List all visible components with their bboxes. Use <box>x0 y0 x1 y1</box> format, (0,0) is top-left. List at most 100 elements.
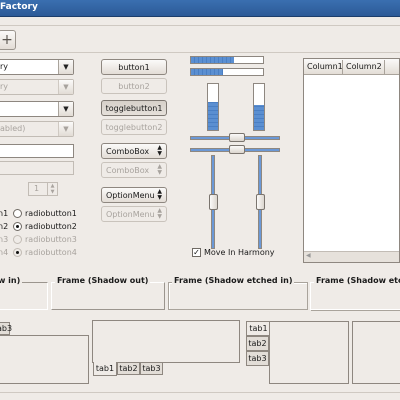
tab3-bottom[interactable]: tab3 <box>140 362 163 375</box>
move-in-harmony-label: Move In Harmony <box>204 248 275 257</box>
combo-entry-1[interactable]: ry ▼ <box>0 59 74 75</box>
notebook-left-page <box>0 335 89 384</box>
combo-arrow-icon[interactable]: ▼ <box>58 60 73 74</box>
tab2[interactable]: tab2 <box>117 362 140 375</box>
hscale-1-thumb[interactable] <box>229 133 245 142</box>
text-entry-disabled <box>0 161 74 175</box>
radio-left-4: n4 <box>0 246 8 258</box>
radio-label: radiobutton4 <box>25 247 77 257</box>
tree-view[interactable]: Column1 Column2 ◀ <box>303 58 400 263</box>
combo-entry-2-disabled: ry ▼ <box>0 79 74 95</box>
tab1[interactable]: tab1 <box>93 362 117 376</box>
column-separator <box>384 60 385 74</box>
frame-box <box>0 282 48 310</box>
vscale-1-thumb[interactable] <box>209 194 218 210</box>
combo-4-text: abled) <box>0 124 26 133</box>
bottom-divider <box>0 392 400 400</box>
radiobutton3: radiobutton3 <box>13 233 77 245</box>
progress-fill <box>191 57 235 63</box>
move-in-harmony-checkbox[interactable]: ✓ Move In Harmony <box>192 248 275 257</box>
combo-entry-2-text: ry <box>0 82 9 91</box>
frame-shadow-etched-out: Frame (Shadow etch <box>310 276 400 310</box>
updown-arrow-icon: ▲ ▼ <box>157 163 162 176</box>
tab2-side[interactable]: tab2 <box>246 336 269 351</box>
radio-left-label: n1 <box>0 208 9 218</box>
frame-box <box>168 282 308 310</box>
radio-left-label: n4 <box>0 247 9 257</box>
radio-label: radiobutton1 <box>25 208 77 218</box>
radiobutton4: radiobutton4 <box>13 246 77 258</box>
window-title: Factory <box>0 2 38 12</box>
optionmenu-label: OptionMenu <box>106 210 155 219</box>
radio-left-3: n3 <box>0 233 8 245</box>
column1-header[interactable]: Column1 <box>307 62 343 71</box>
frame-shadow-in: w in) <box>0 276 48 310</box>
hscale-2-thumb[interactable] <box>229 145 245 154</box>
button2-disabled: button2 <box>101 78 167 94</box>
spin-button-disabled: 1 ▲ ▼ <box>28 182 58 196</box>
frame-label: Frame (Shadow out) <box>55 276 151 285</box>
checkmark-icon: ✓ <box>192 247 201 257</box>
combo-4-disabled: abled) ▼ <box>0 121 74 137</box>
notebook-bottom-page <box>92 320 240 363</box>
tree-hscrollbar[interactable]: ◀ <box>304 251 399 262</box>
updown-arrow-icon: ▲ ▼ <box>157 188 162 201</box>
updown-arrow-icon: ▲ ▼ <box>157 207 162 220</box>
progress-fill <box>208 102 218 130</box>
spin-arrows-icon: ▲ ▼ <box>47 183 57 195</box>
progress-fill <box>254 104 264 130</box>
combo-arrow-icon: ▼ <box>58 122 73 136</box>
frame-label: Frame (Shadow etched in) <box>172 276 295 285</box>
tree-header: Column1 Column2 <box>304 59 399 75</box>
radio-left-2[interactable]: n2 <box>0 220 8 232</box>
frame-box <box>51 282 165 310</box>
tab3-side[interactable]: tab3 <box>246 351 269 366</box>
optionmenu-1[interactable]: OptionMenu ▲ ▼ <box>101 187 167 203</box>
column2-header[interactable]: Column2 <box>346 62 382 71</box>
combobox-2-disabled: ComboBox ▲ ▼ <box>101 162 167 178</box>
updown-arrow-icon: ▲ ▼ <box>157 144 162 157</box>
combo-arrow-icon[interactable]: ▼ <box>58 102 73 116</box>
radio-indicator <box>13 208 22 218</box>
spin-value: 1 <box>34 184 40 193</box>
text-entry[interactable] <box>0 144 74 158</box>
progress-bar-v1 <box>207 83 219 131</box>
radio-indicator <box>13 234 22 244</box>
combo-arrow-icon: ▼ <box>58 80 73 94</box>
toolbar <box>0 25 400 53</box>
frame-shadow-out: Frame (Shadow out) <box>51 276 165 310</box>
combo-3[interactable]: ▼ <box>0 101 74 117</box>
radiobutton2[interactable]: radiobutton2 <box>13 220 77 232</box>
radio-indicator-selected <box>13 247 22 257</box>
column-separator <box>342 60 343 74</box>
tab1-side[interactable]: tab1 <box>246 321 270 336</box>
togglebutton2-disabled: togglebutton2 <box>101 119 167 135</box>
frame-box <box>310 282 400 310</box>
radio-indicator-selected <box>13 221 22 231</box>
progress-bar-h2 <box>190 68 264 76</box>
frame-label: w in) <box>0 276 23 285</box>
progress-bar-h1 <box>190 56 264 64</box>
optionmenu-label: OptionMenu <box>106 191 155 200</box>
radio-left-label: n2 <box>0 221 9 231</box>
vscale-2-thumb[interactable] <box>256 194 265 210</box>
button1[interactable]: button1 <box>101 59 167 75</box>
tab3[interactable]: tab3 <box>0 322 12 335</box>
scroll-left-icon[interactable]: ◀ <box>306 252 311 259</box>
togglebutton1[interactable]: togglebutton1 <box>101 100 167 116</box>
progress-fill <box>191 69 224 75</box>
combobox-label: ComboBox <box>106 166 150 175</box>
radio-label: radiobutton3 <box>25 234 77 244</box>
window-titlebar: Factory <box>0 0 400 17</box>
notebook-side-page <box>269 321 349 384</box>
frame-label: Frame (Shadow etch <box>314 276 400 285</box>
add-icon[interactable]: + <box>0 30 16 50</box>
combobox-label: ComboBox <box>106 147 150 156</box>
frame-shadow-etched-in: Frame (Shadow etched in) <box>168 276 308 310</box>
radio-left-1[interactable]: n1 <box>0 207 8 219</box>
progress-bar-v2 <box>253 83 265 131</box>
radiobutton1[interactable]: radiobutton1 <box>13 207 77 219</box>
optionmenu-2-disabled: OptionMenu ▲ ▼ <box>101 206 167 222</box>
combobox-1[interactable]: ComboBox ▲ ▼ <box>101 143 167 159</box>
radio-label: radiobutton2 <box>25 221 77 231</box>
